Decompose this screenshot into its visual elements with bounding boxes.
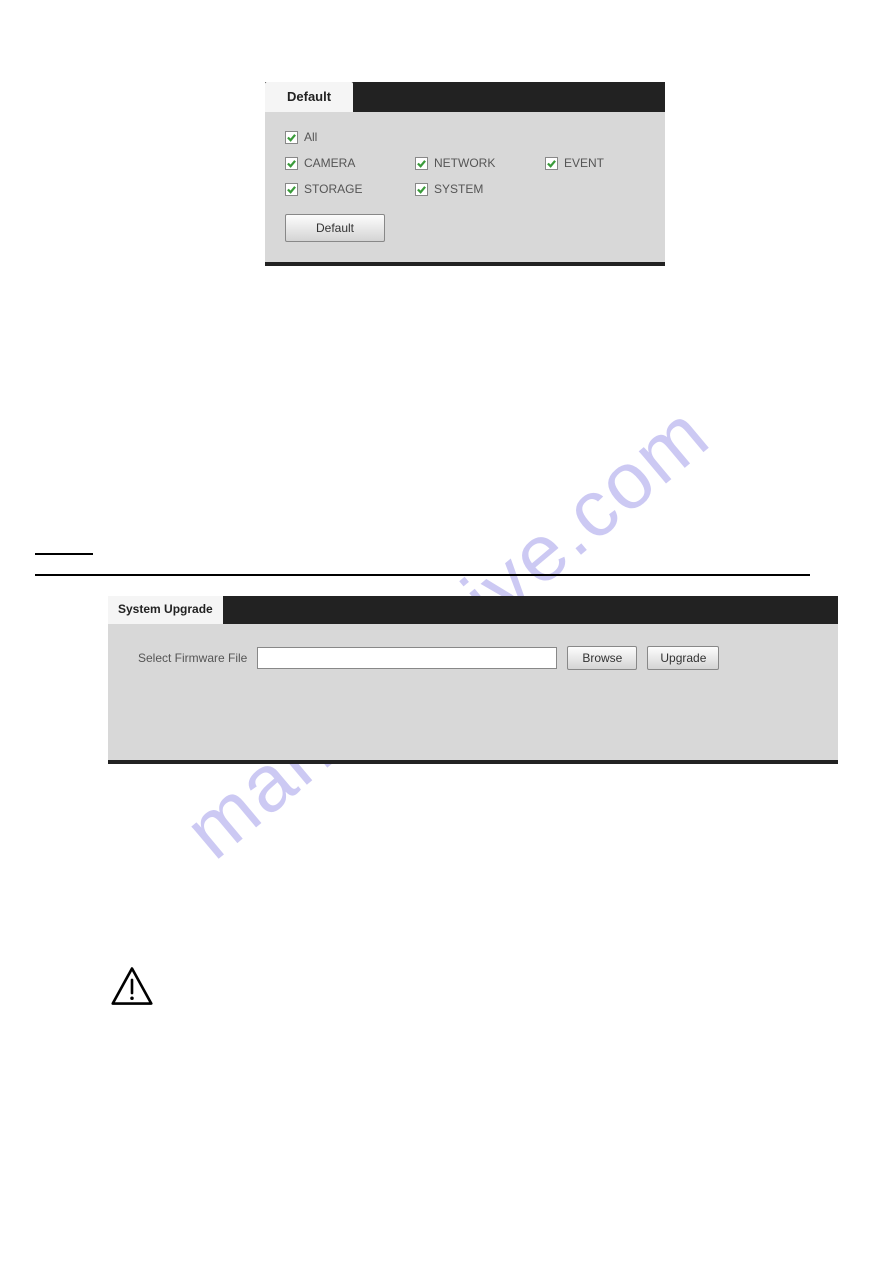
checkbox-network[interactable]: NETWORK: [415, 156, 545, 170]
checkbox-all-label: All: [304, 130, 317, 144]
checkbox-storage-label: STORAGE: [304, 182, 362, 196]
checkbox-box-icon: [285, 131, 298, 144]
warning-icon: [111, 965, 153, 1007]
upgrade-tabbar: System Upgrade: [108, 596, 838, 624]
firmware-file-input[interactable]: [257, 647, 557, 669]
checkbox-box-icon: [285, 157, 298, 170]
upgrade-panel-body: Select Firmware File Browse Upgrade: [108, 624, 838, 760]
checkbox-camera[interactable]: CAMERA: [285, 156, 415, 170]
checkbox-all[interactable]: All: [285, 130, 645, 144]
checkbox-box-icon: [545, 157, 558, 170]
checkbox-event[interactable]: EVENT: [545, 156, 645, 170]
checkbox-system[interactable]: SYSTEM: [415, 182, 545, 196]
checkbox-event-label: EVENT: [564, 156, 604, 170]
checkbox-box-icon: [415, 157, 428, 170]
browse-button[interactable]: Browse: [567, 646, 637, 670]
default-tabbar: Default: [265, 82, 665, 112]
checkbox-box-icon: [285, 183, 298, 196]
checkbox-box-icon: [415, 183, 428, 196]
divider-short: [35, 553, 93, 555]
system-upgrade-panel: System Upgrade Select Firmware File Brow…: [108, 596, 838, 764]
default-panel: Default All CAMERA NETWORK EVENT STORAGE: [265, 82, 665, 266]
upgrade-button[interactable]: Upgrade: [647, 646, 719, 670]
default-button[interactable]: Default: [285, 214, 385, 242]
checkbox-camera-label: CAMERA: [304, 156, 355, 170]
select-firmware-label: Select Firmware File: [138, 651, 247, 665]
tab-default[interactable]: Default: [265, 82, 353, 112]
checkbox-system-label: SYSTEM: [434, 182, 483, 196]
checkbox-storage[interactable]: STORAGE: [285, 182, 415, 196]
tab-system-upgrade[interactable]: System Upgrade: [108, 596, 223, 624]
default-checkbox-grid: All CAMERA NETWORK EVENT STORAGE SYSTEM: [285, 130, 645, 196]
default-panel-body: All CAMERA NETWORK EVENT STORAGE SYSTEM: [265, 112, 665, 262]
checkbox-network-label: NETWORK: [434, 156, 495, 170]
divider-long: [35, 574, 810, 576]
